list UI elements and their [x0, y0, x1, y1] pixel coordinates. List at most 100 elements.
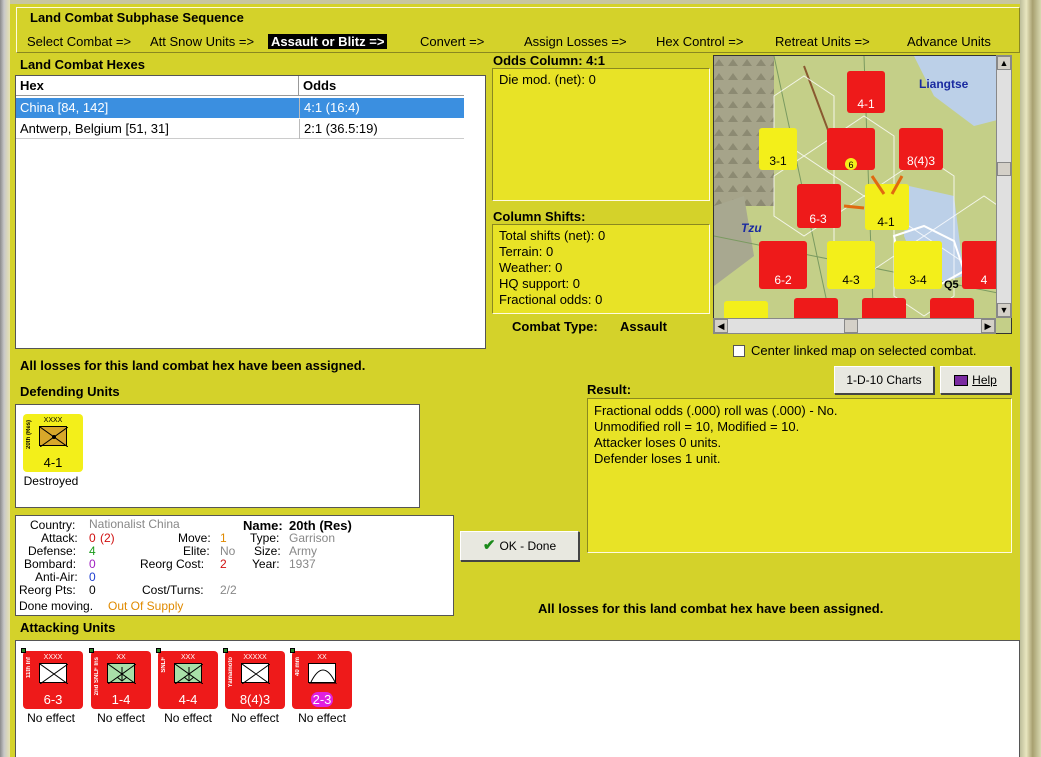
map-label-liangtse: Liangtse	[919, 77, 969, 91]
seq-step-hex-control: Hex Control =>	[656, 34, 744, 49]
size-label: Size:	[254, 544, 281, 558]
country-value: Nationalist China	[89, 517, 180, 531]
fractional-odds-shift: Fractional odds: 0	[499, 292, 603, 307]
unit-size: XX	[116, 654, 126, 661]
table-row[interactable]: Antwerp, Belgium [51, 31] 2:1 (36.5:19)	[16, 119, 464, 139]
status-pip-icon	[156, 648, 161, 653]
unit-name: 11th Inf	[26, 657, 32, 679]
seq-step-att-snow-units: Att Snow Units =>	[150, 34, 255, 49]
map-counter-strength: 6-3	[809, 212, 827, 226]
status-pip-icon	[223, 648, 228, 653]
attacker-counter[interactable]: XX 2nd SNLF Ins 1-4	[89, 648, 151, 709]
losses-assigned-message: All losses for this land combat hex have…	[20, 358, 366, 373]
done-moving-text: Done moving.	[19, 599, 94, 613]
map-vertical-scrollbar[interactable]: ▲ ▼	[996, 55, 1012, 318]
attacker-counter[interactable]: XXXXX Yamamoto 8(4)3	[223, 648, 285, 709]
losses-assigned-message-2: All losses for this land combat hex have…	[538, 601, 884, 616]
scroll-up-icon[interactable]: ▲	[997, 56, 1011, 70]
unit-size: XX	[317, 654, 327, 661]
result-line: Fractional odds (.000) roll was (.000) -…	[594, 403, 838, 418]
defender-counter[interactable]: XXXX 20th (Res) 4-1	[23, 414, 83, 472]
move-label: Move:	[178, 531, 211, 545]
seq-step-advance-units: Advance Units	[907, 34, 991, 49]
attacker-counter[interactable]: XX 40 mm 2-3	[290, 648, 352, 709]
unit-size: XXXX	[43, 417, 63, 424]
infantry-symbol-icon	[241, 663, 271, 685]
odds-box: Die mod. (net): 0	[492, 68, 710, 201]
weather-shift: Weather: 0	[499, 260, 563, 275]
combat-type-label: Combat Type:	[512, 319, 598, 334]
ok-done-button[interactable]: ✔ OK - Done	[460, 531, 579, 561]
window-frame-right	[1020, 0, 1041, 757]
defending-units-box: XXXX 20th (Res) 4-1 Destroyed	[15, 404, 420, 508]
odds-cell: 2:1 (36.5:19)	[299, 119, 464, 139]
window-frame-left	[0, 0, 10, 757]
seq-step-convert: Convert =>	[420, 34, 485, 49]
map-counter-strength: 4-1	[857, 97, 875, 111]
hq-support-shift: HQ support: 0	[499, 276, 580, 291]
center-linked-map-checkbox[interactable]	[733, 345, 745, 357]
unit-name: SNLF	[161, 657, 167, 673]
odds-column-title: Odds Column: 4:1	[493, 53, 605, 68]
table-row[interactable]: China [84, 142] 4:1 (16:4)	[16, 98, 464, 118]
col-header-hex[interactable]: Hex	[16, 76, 299, 96]
bombard-label: Bombard:	[24, 557, 77, 571]
help-button[interactable]: Help	[940, 366, 1011, 394]
scroll-down-icon[interactable]: ▼	[997, 303, 1011, 317]
attacker-counter[interactable]: XXXX 11th Inf 6-3	[21, 648, 83, 709]
column-shifts-box: Total shifts (net): 0 Terrain: 0 Weather…	[492, 224, 710, 314]
reorg-cost-value: 2	[220, 557, 227, 571]
seq-step-assign-losses: Assign Losses =>	[524, 34, 627, 49]
antiair-symbol-icon	[308, 663, 337, 685]
scroll-left-icon[interactable]: ◀	[714, 319, 728, 333]
garrison-symbol-icon	[39, 426, 69, 448]
infantry-symbol-icon	[39, 663, 69, 685]
sequence-title: Land Combat Subphase Sequence	[27, 10, 247, 25]
bombard-value: 0	[89, 557, 96, 571]
move-value: 1	[220, 531, 227, 545]
supply-status: Out Of Supply	[108, 599, 184, 613]
ok-done-label: OK - Done	[499, 539, 557, 553]
unit-strength-value: 2-3	[310, 692, 334, 707]
cost-turns-value: 2/2	[220, 583, 237, 597]
map-hexes: Liangtse Tzu Q5 4-1 3-1 6 8(4)3 6-3 4-1 …	[714, 56, 1011, 333]
scroll-thumb[interactable]	[844, 319, 858, 333]
unit-name: 40 mm	[295, 657, 301, 677]
hexes-table[interactable]: Hex Odds China [84, 142] 4:1 (16:4) Antw…	[15, 75, 486, 349]
map-counter-strength: 8(4)3	[907, 154, 935, 168]
map-counter-strength: 6-2	[774, 273, 792, 287]
elite-label: Elite:	[183, 544, 210, 558]
unit-info-box: Country: Nationalist China Attack: 0 (2)…	[15, 515, 454, 616]
antiair-value: 0	[89, 570, 96, 584]
window-frame-top	[0, 0, 1041, 4]
hex-cell: Antwerp, Belgium [51, 31]	[20, 121, 169, 136]
antiair-label: Anti-Air:	[35, 570, 78, 584]
map-label-q5: Q5	[944, 279, 959, 291]
seq-step-retreat-units: Retreat Units =>	[775, 34, 870, 49]
scroll-right-icon[interactable]: ▶	[981, 319, 995, 333]
center-linked-map-label: Center linked map on selected combat.	[751, 343, 977, 358]
hex-cell: China [84, 142]	[20, 100, 109, 115]
hexes-label: Land Combat Hexes	[20, 57, 145, 72]
attacking-units-box: XXXX 11th Inf 6-3 No effect XX 2nd SNLF …	[15, 640, 1020, 757]
col-header-odds[interactable]: Odds	[299, 76, 464, 96]
unit-strength: 8(4)3	[239, 692, 271, 707]
total-shifts: Total shifts (net): 0	[499, 228, 606, 243]
result-line: Unmodified roll = 10, Modified = 10.	[594, 419, 800, 434]
status-pip-icon	[21, 648, 26, 653]
attacker-status: No effect	[298, 711, 346, 725]
result-box: Fractional odds (.000) roll was (.000) -…	[587, 398, 1012, 553]
defense-value: 4	[89, 544, 96, 558]
map-horizontal-scrollbar[interactable]: ◀ ▶	[713, 318, 996, 334]
scroll-thumb[interactable]	[997, 162, 1011, 176]
elite-value: No	[220, 544, 236, 558]
unit-name: Yamamoto	[228, 657, 234, 688]
attacker-counter[interactable]: XXX SNLF 4-4	[156, 648, 218, 709]
status-pip-icon	[290, 648, 295, 653]
linked-map[interactable]: Liangtse Tzu Q5 4-1 3-1 6 8(4)3 6-3 4-1 …	[713, 55, 1012, 334]
attacker-status: No effect	[97, 711, 145, 725]
charts-button[interactable]: 1-D-10 Charts	[834, 366, 934, 394]
unit-strength: 1-4	[111, 692, 131, 707]
odds-cell: 4:1 (16:4)	[299, 98, 464, 118]
type-value: Garrison	[289, 531, 336, 545]
